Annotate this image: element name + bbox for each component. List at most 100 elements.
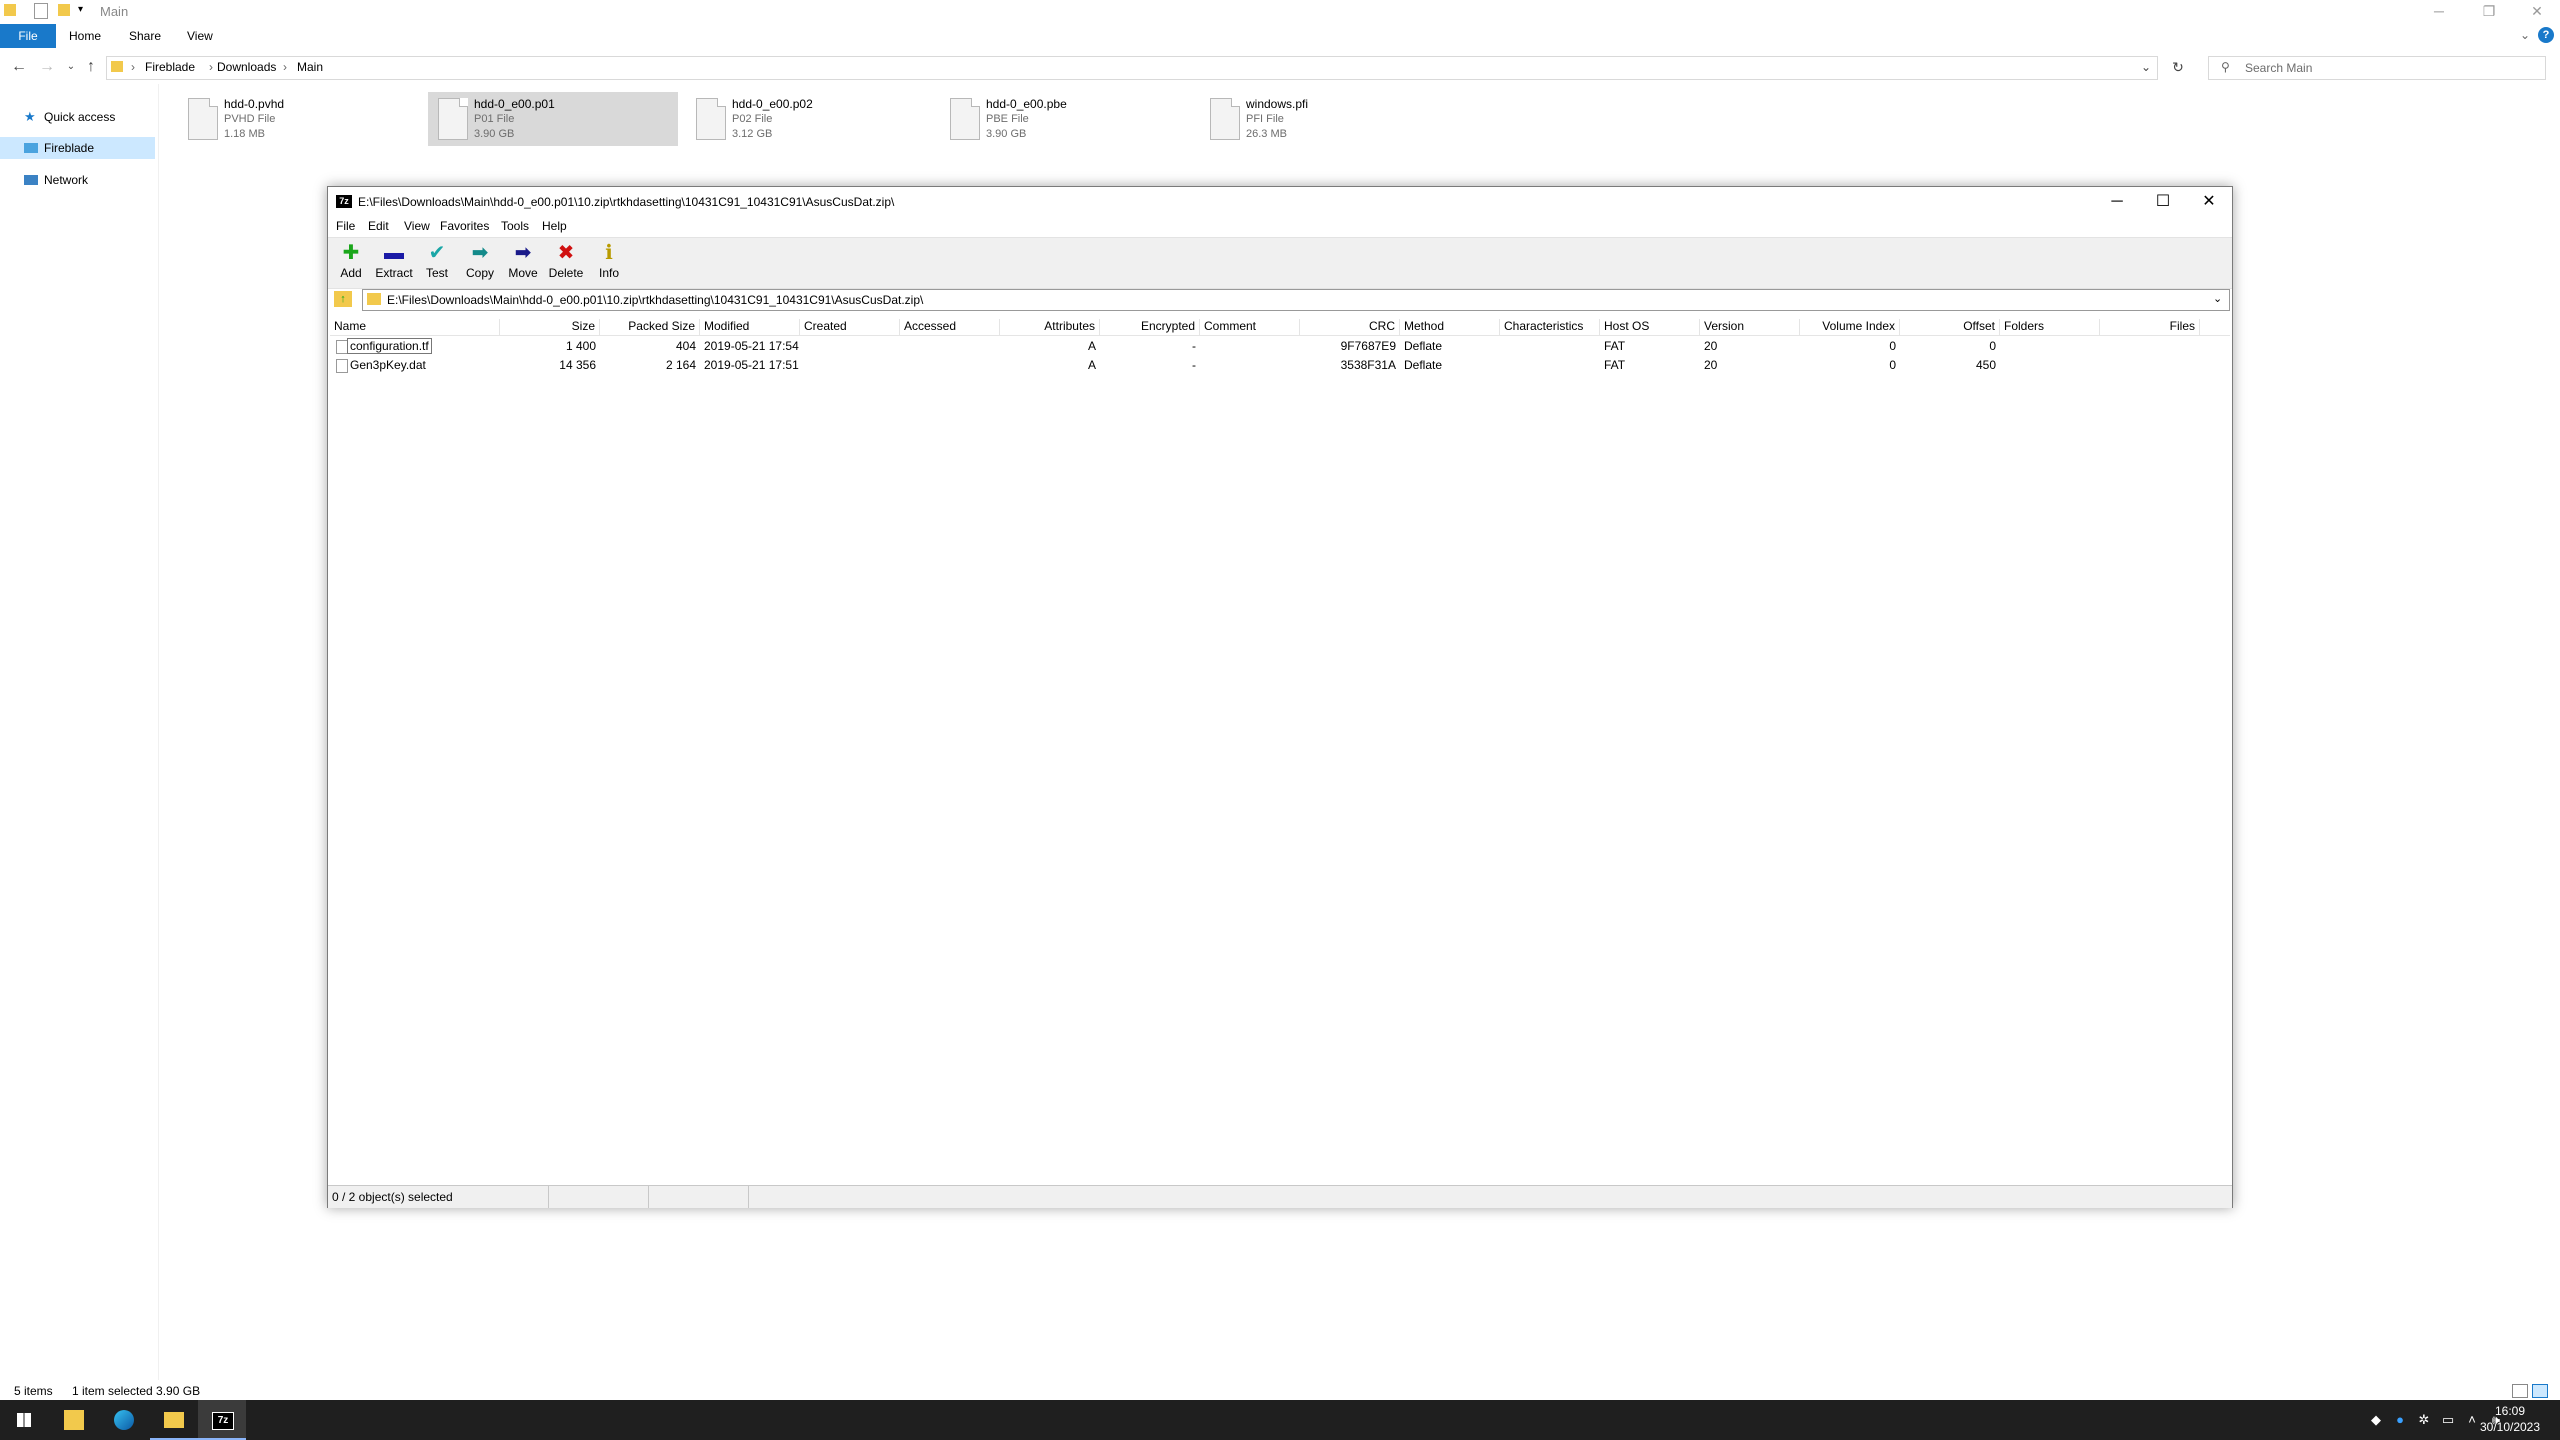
tiles-view-icon[interactable] — [2532, 1384, 2548, 1398]
taskbar-clock[interactable]: 16:09 30/10/2023 — [2470, 1403, 2550, 1435]
path-dropdown-icon[interactable]: ⌄ — [2213, 292, 2222, 305]
start-button[interactable] — [0, 1400, 48, 1440]
menu-view[interactable]: View — [404, 219, 430, 233]
minimize-icon[interactable]: ─ — [2094, 187, 2140, 217]
folder-icon — [4, 4, 16, 16]
close-icon[interactable]: ✕ — [2186, 187, 2232, 217]
star-icon: ★ — [24, 109, 36, 124]
ribbon-expand-icon[interactable]: ⌄ — [2520, 28, 2530, 42]
breadcrumb-fireblade[interactable]: Fireblade — [145, 60, 195, 74]
up-arrow-icon[interactable]: ↑ — [80, 56, 102, 78]
column-encrypted[interactable]: Encrypted — [1100, 319, 1200, 335]
cell-size: 1 400 — [565, 339, 596, 353]
status-selection: 1 item selected 3.90 GB — [72, 1384, 201, 1398]
column-host-os[interactable]: Host OS — [1600, 319, 1700, 335]
edge-icon — [114, 1410, 134, 1430]
folder-up-icon[interactable]: ↑ — [334, 291, 352, 307]
tab-view[interactable]: View — [174, 24, 226, 48]
column-version[interactable]: Version — [1700, 319, 1800, 335]
nav-item-network[interactable]: Network — [0, 169, 155, 191]
menu-help[interactable]: Help — [542, 219, 567, 233]
close-icon[interactable]: ✕ — [2514, 0, 2560, 24]
tray-app-icon[interactable]: ✲ — [2416, 1412, 2432, 1428]
tray-app-icon[interactable]: ◆ — [2368, 1412, 2384, 1428]
tray-app-icon[interactable]: ● — [2392, 1412, 2408, 1428]
column-packed-size[interactable]: Packed Size — [600, 319, 700, 335]
nav-item-quick-access[interactable]: ★ Quick access — [0, 106, 155, 128]
file-tile[interactable]: hdd-0_e00.p02 P02 File 3.12 GB — [686, 92, 936, 146]
taskbar-app-sticky[interactable] — [50, 1400, 98, 1440]
column-name[interactable]: Name — [330, 319, 500, 335]
table-row[interactable]: Gen3pKey.dat 14 356 2 164 2019-05-21 17:… — [330, 356, 2230, 374]
network-icon — [24, 175, 38, 185]
help-icon[interactable]: ? — [2538, 27, 2554, 43]
7zip-address-row: ↑ E:\Files\Downloads\Main\hdd-0_e00.p01\… — [328, 289, 2232, 311]
info-button[interactable]: ℹ Info — [588, 240, 630, 284]
add-button[interactable]: ✚ Add — [330, 240, 372, 284]
file-tile[interactable]: hdd-0_e00.pbe PBE File 3.90 GB — [940, 92, 1190, 146]
test-button[interactable]: ✔ Test — [416, 240, 458, 284]
move-button[interactable]: ➡ Move — [502, 240, 544, 284]
menu-favorites[interactable]: Favorites — [440, 219, 489, 233]
menu-file[interactable]: File — [336, 219, 355, 233]
column-modified[interactable]: Modified — [700, 319, 800, 335]
taskbar-app-edge[interactable] — [100, 1400, 148, 1440]
address-dropdown-icon[interactable]: ⌄ — [2141, 60, 2151, 74]
cell-name: configuration.tf — [347, 338, 432, 354]
breadcrumb-main[interactable]: Main — [297, 60, 323, 74]
cell-version: 20 — [1704, 339, 1718, 353]
table-row[interactable]: configuration.tf 1 400 404 2019-05-21 17… — [330, 337, 2230, 355]
menu-tools[interactable]: Tools — [501, 219, 529, 233]
search-input[interactable]: ⚲ Search Main — [2208, 56, 2546, 80]
recent-dropdown-icon[interactable]: ⌄ — [60, 56, 82, 78]
maximize-icon[interactable]: ☐ — [2140, 187, 2186, 217]
window-title: Main — [100, 4, 129, 19]
details-view-icon[interactable] — [2512, 1384, 2528, 1398]
breadcrumb-downloads[interactable]: Downloads — [217, 60, 276, 74]
address-bar[interactable]: › Fireblade › Downloads › Main ⌄ — [106, 56, 2158, 80]
forward-arrow-icon[interactable]: → — [36, 56, 58, 78]
nav-item-fireblade[interactable]: Fireblade — [0, 137, 155, 159]
column-comment[interactable]: Comment — [1200, 319, 1300, 335]
properties-icon[interactable] — [34, 3, 48, 19]
delete-button[interactable]: ✖ Delete — [545, 240, 587, 284]
windows-logo-icon — [17, 1413, 31, 1427]
taskbar-app-explorer[interactable] — [150, 1400, 198, 1440]
copy-button[interactable]: ➡ Copy — [459, 240, 501, 284]
tab-share[interactable]: Share — [116, 24, 174, 48]
cell-size: 14 356 — [559, 358, 596, 372]
file-tile[interactable]: hdd-0_e00.p01 P01 File 3.90 GB — [428, 92, 678, 146]
network-icon[interactable]: ▭ — [2440, 1412, 2456, 1428]
column-method[interactable]: Method — [1400, 319, 1500, 335]
column-created[interactable]: Created — [800, 319, 900, 335]
file-tile[interactable]: windows.pfi PFI File 26.3 MB — [1200, 92, 1450, 146]
file-icon — [336, 340, 348, 354]
extract-button[interactable]: ▬ Extract — [373, 240, 415, 284]
back-arrow-icon[interactable]: ← — [8, 56, 30, 78]
new-folder-icon[interactable] — [58, 4, 70, 16]
column-folders[interactable]: Folders — [2000, 319, 2100, 335]
status-segment: 0 / 2 object(s) selected — [328, 1186, 549, 1208]
column-offset[interactable]: Offset — [1900, 319, 2000, 335]
quick-access-dropdown-icon[interactable]: ▾ — [78, 4, 83, 15]
file-tile[interactable]: hdd-0.pvhd PVHD File 1.18 MB — [178, 92, 428, 146]
taskbar: 7z ◆ ● ✲ ▭ ˄ 🕪 16:09 30/10/2023 — [0, 1400, 2560, 1440]
breadcrumb-separator-icon: › — [209, 60, 213, 74]
column-accessed[interactable]: Accessed — [900, 319, 1000, 335]
taskbar-app-7zip[interactable]: 7z — [198, 1400, 246, 1440]
restore-icon[interactable]: ❐ — [2466, 0, 2512, 24]
column-size[interactable]: Size — [500, 319, 600, 335]
refresh-icon[interactable]: ↻ — [2167, 56, 2189, 78]
column-volume-index[interactable]: Volume Index — [1800, 319, 1900, 335]
tab-file[interactable]: File — [0, 24, 56, 48]
7zip-path-input[interactable]: E:\Files\Downloads\Main\hdd-0_e00.p01\10… — [362, 289, 2230, 311]
minimize-icon[interactable]: ─ — [2416, 0, 2462, 24]
7zip-title-bar: 7z E:\Files\Downloads\Main\hdd-0_e00.p01… — [328, 187, 2232, 217]
cell-version: 20 — [1704, 358, 1718, 372]
column-attributes[interactable]: Attributes — [1000, 319, 1100, 335]
menu-edit[interactable]: Edit — [368, 219, 389, 233]
tab-home[interactable]: Home — [56, 24, 114, 48]
column-characteristics[interactable]: Characteristics — [1500, 319, 1600, 335]
column-files[interactable]: Files — [2100, 319, 2200, 335]
column-crc[interactable]: CRC — [1300, 319, 1400, 335]
